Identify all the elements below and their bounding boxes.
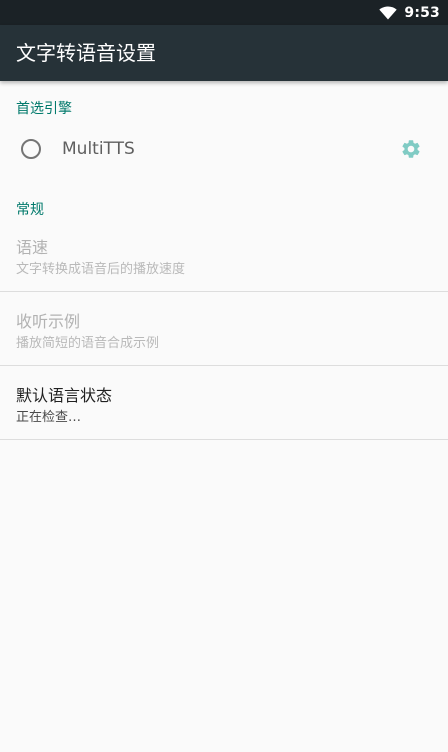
pref-summary: 正在检查… <box>16 410 82 425</box>
pref-default-language-status[interactable]: 默认语言状态 正在检查… <box>0 366 448 440</box>
engine-radio-button[interactable] <box>21 139 41 159</box>
status-bar: 9:53 <box>0 0 448 25</box>
pref-summary: 文字转换成语音后的播放速度 <box>16 262 186 277</box>
pref-speech-rate[interactable]: 语速 文字转换成语音后的播放速度 <box>0 218 448 292</box>
pref-title: 收听示例 <box>16 312 81 331</box>
engine-row-multitts[interactable]: MultiTTS <box>0 123 448 175</box>
status-time: 9:53 <box>404 4 440 21</box>
app-bar: 文字转语音设置 <box>0 25 448 81</box>
wifi-icon <box>379 5 398 19</box>
gear-icon[interactable] <box>400 138 422 160</box>
pref-summary: 播放简短的语音合成示例 <box>16 336 160 351</box>
pref-listen-example[interactable]: 收听示例 播放简短的语音合成示例 <box>0 292 448 366</box>
status-icons: 9:53 <box>379 0 440 25</box>
category-header-preferred-engine: 首选引擎 <box>16 101 72 117</box>
category-header-general: 常规 <box>16 202 44 218</box>
engine-label: MultiTTS <box>62 139 135 159</box>
pref-title: 语速 <box>16 238 49 257</box>
pref-title: 默认语言状态 <box>16 386 113 405</box>
page-title: 文字转语音设置 <box>16 41 156 65</box>
settings-list: 首选引擎 MultiTTS 常规 语速 文字转换成语音后的播放速度 收听示例 播… <box>0 81 448 752</box>
